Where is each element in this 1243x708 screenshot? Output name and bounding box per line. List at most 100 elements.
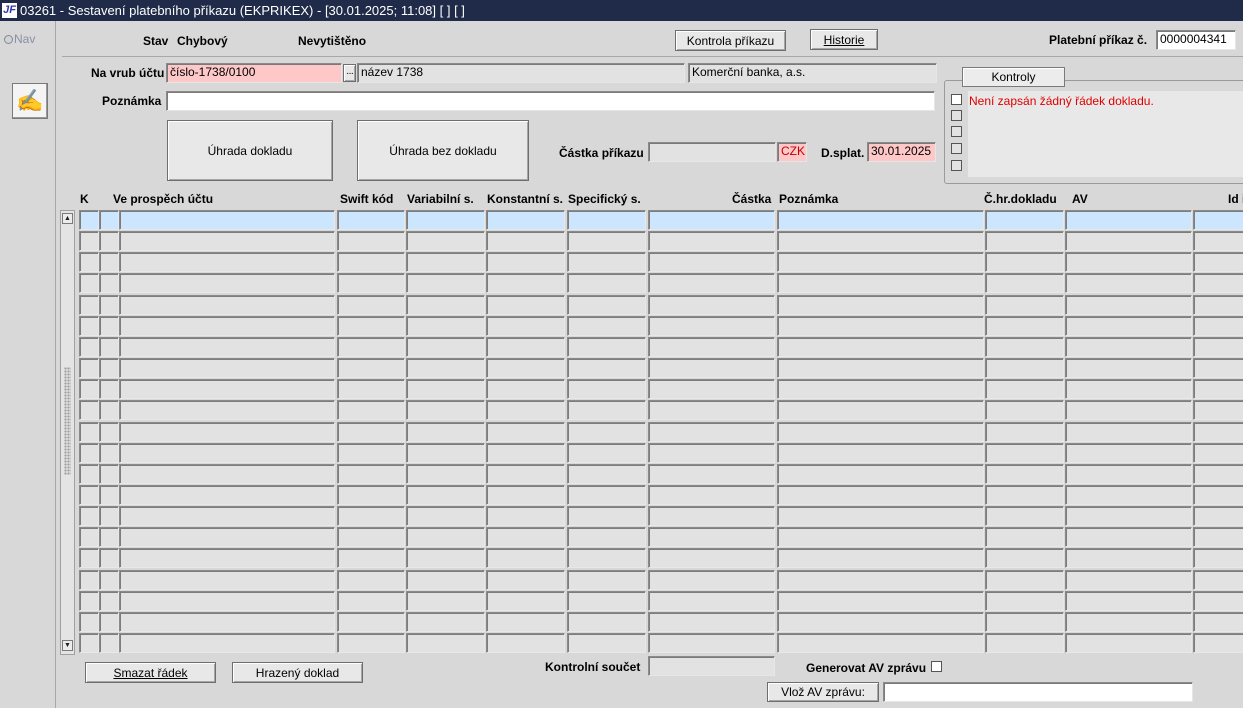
- table-cell[interactable]: [567, 273, 646, 294]
- table-cell[interactable]: [985, 442, 1064, 463]
- table-cell[interactable]: [1065, 231, 1192, 252]
- prikaz-number-field[interactable]: 0000004341: [1156, 30, 1236, 50]
- table-cell[interactable]: [119, 442, 335, 463]
- table-cell[interactable]: [99, 336, 119, 357]
- control-checkbox[interactable]: [951, 160, 962, 171]
- table-cell[interactable]: [79, 527, 99, 548]
- table-cell[interactable]: [337, 506, 405, 527]
- table-cell[interactable]: [567, 548, 646, 569]
- table-cell[interactable]: [406, 273, 485, 294]
- historie-button[interactable]: Historie: [810, 29, 878, 50]
- scroll-down-icon[interactable]: ▼: [62, 640, 73, 651]
- table-cell[interactable]: [648, 315, 775, 336]
- table-cell[interactable]: [99, 463, 119, 484]
- nav-toggle[interactable]: Nav: [4, 32, 35, 46]
- table-cell[interactable]: [119, 590, 335, 611]
- table-cell[interactable]: [99, 315, 119, 336]
- table-cell[interactable]: [777, 506, 984, 527]
- table-cell[interactable]: [337, 442, 405, 463]
- table-cell[interactable]: [1065, 527, 1192, 548]
- table-cell[interactable]: [567, 569, 646, 590]
- table-cell[interactable]: [79, 590, 99, 611]
- table-cell[interactable]: [406, 231, 485, 252]
- table-cell[interactable]: [1193, 590, 1243, 611]
- table-cell[interactable]: [1193, 273, 1243, 294]
- generovat-checkbox[interactable]: [931, 661, 942, 672]
- table-cell[interactable]: [1193, 611, 1243, 632]
- table-cell[interactable]: [1193, 379, 1243, 400]
- table-cell[interactable]: [486, 506, 565, 527]
- table-scrollbar[interactable]: ▲ ▼: [60, 210, 75, 655]
- table-cell[interactable]: [79, 210, 99, 230]
- table-cell[interactable]: [1193, 315, 1243, 336]
- table-cell[interactable]: [79, 379, 99, 400]
- table-cell[interactable]: [567, 633, 646, 653]
- table-cell[interactable]: [486, 463, 565, 484]
- table-cell[interactable]: [648, 633, 775, 653]
- table-cell[interactable]: [648, 590, 775, 611]
- table-cell[interactable]: [777, 463, 984, 484]
- table-cell[interactable]: [99, 252, 119, 273]
- table-cell[interactable]: [406, 400, 485, 421]
- table-cell[interactable]: [79, 294, 99, 315]
- table-cell[interactable]: [119, 633, 335, 653]
- table-cell[interactable]: [1193, 463, 1243, 484]
- table-cell[interactable]: [1065, 569, 1192, 590]
- control-checkbox[interactable]: [951, 110, 962, 121]
- account-field[interactable]: číslo-1738/0100: [166, 63, 342, 83]
- uhrada-bez-dokladu-button[interactable]: Úhrada bez dokladu: [357, 120, 529, 181]
- table-cell[interactable]: [119, 611, 335, 632]
- table-cell[interactable]: [119, 379, 335, 400]
- table-cell[interactable]: [119, 421, 335, 442]
- table-cell[interactable]: [1065, 294, 1192, 315]
- table-cell[interactable]: [79, 421, 99, 442]
- table-cell[interactable]: [99, 442, 119, 463]
- table-cell[interactable]: [99, 527, 119, 548]
- table-cell[interactable]: [1193, 527, 1243, 548]
- table-cell[interactable]: [567, 590, 646, 611]
- table-cell[interactable]: [337, 527, 405, 548]
- table-cell[interactable]: [985, 210, 1064, 230]
- table-cell[interactable]: [1065, 548, 1192, 569]
- table-cell[interactable]: [486, 336, 565, 357]
- table-cell[interactable]: [985, 590, 1064, 611]
- table-cell[interactable]: [486, 421, 565, 442]
- table-cell[interactable]: [777, 336, 984, 357]
- table-cell[interactable]: [99, 484, 119, 505]
- table-cell[interactable]: [486, 633, 565, 653]
- table-cell[interactable]: [99, 294, 119, 315]
- table-cell[interactable]: [985, 506, 1064, 527]
- table-cell[interactable]: [777, 231, 984, 252]
- table-cell[interactable]: [648, 463, 775, 484]
- poznamka-field[interactable]: [166, 91, 935, 111]
- table-cell[interactable]: [406, 379, 485, 400]
- table-cell[interactable]: [777, 442, 984, 463]
- table-cell[interactable]: [648, 379, 775, 400]
- table-cell[interactable]: [337, 315, 405, 336]
- table-cell[interactable]: [1193, 484, 1243, 505]
- table-cell[interactable]: [1193, 336, 1243, 357]
- table-cell[interactable]: [486, 548, 565, 569]
- table-cell[interactable]: [337, 590, 405, 611]
- table-cell[interactable]: [648, 548, 775, 569]
- table-cell[interactable]: [486, 294, 565, 315]
- table-cell[interactable]: [648, 358, 775, 379]
- table-cell[interactable]: [648, 294, 775, 315]
- table-cell[interactable]: [99, 506, 119, 527]
- table-cell[interactable]: [985, 400, 1064, 421]
- uhrada-dokladu-button[interactable]: Úhrada dokladu: [167, 120, 333, 181]
- table-cell[interactable]: [1065, 336, 1192, 357]
- table-cell[interactable]: [119, 336, 335, 357]
- table-cell[interactable]: [337, 463, 405, 484]
- table-cell[interactable]: [648, 569, 775, 590]
- table-cell[interactable]: [119, 548, 335, 569]
- nav-radio-icon[interactable]: [4, 35, 13, 44]
- table-cell[interactable]: [119, 273, 335, 294]
- table-cell[interactable]: [486, 569, 565, 590]
- table-cell[interactable]: [486, 252, 565, 273]
- kontroly-tab[interactable]: Kontroly: [962, 67, 1065, 87]
- table-cell[interactable]: [777, 379, 984, 400]
- table-cell[interactable]: [777, 590, 984, 611]
- table-cell[interactable]: [1065, 315, 1192, 336]
- table-cell[interactable]: [79, 506, 99, 527]
